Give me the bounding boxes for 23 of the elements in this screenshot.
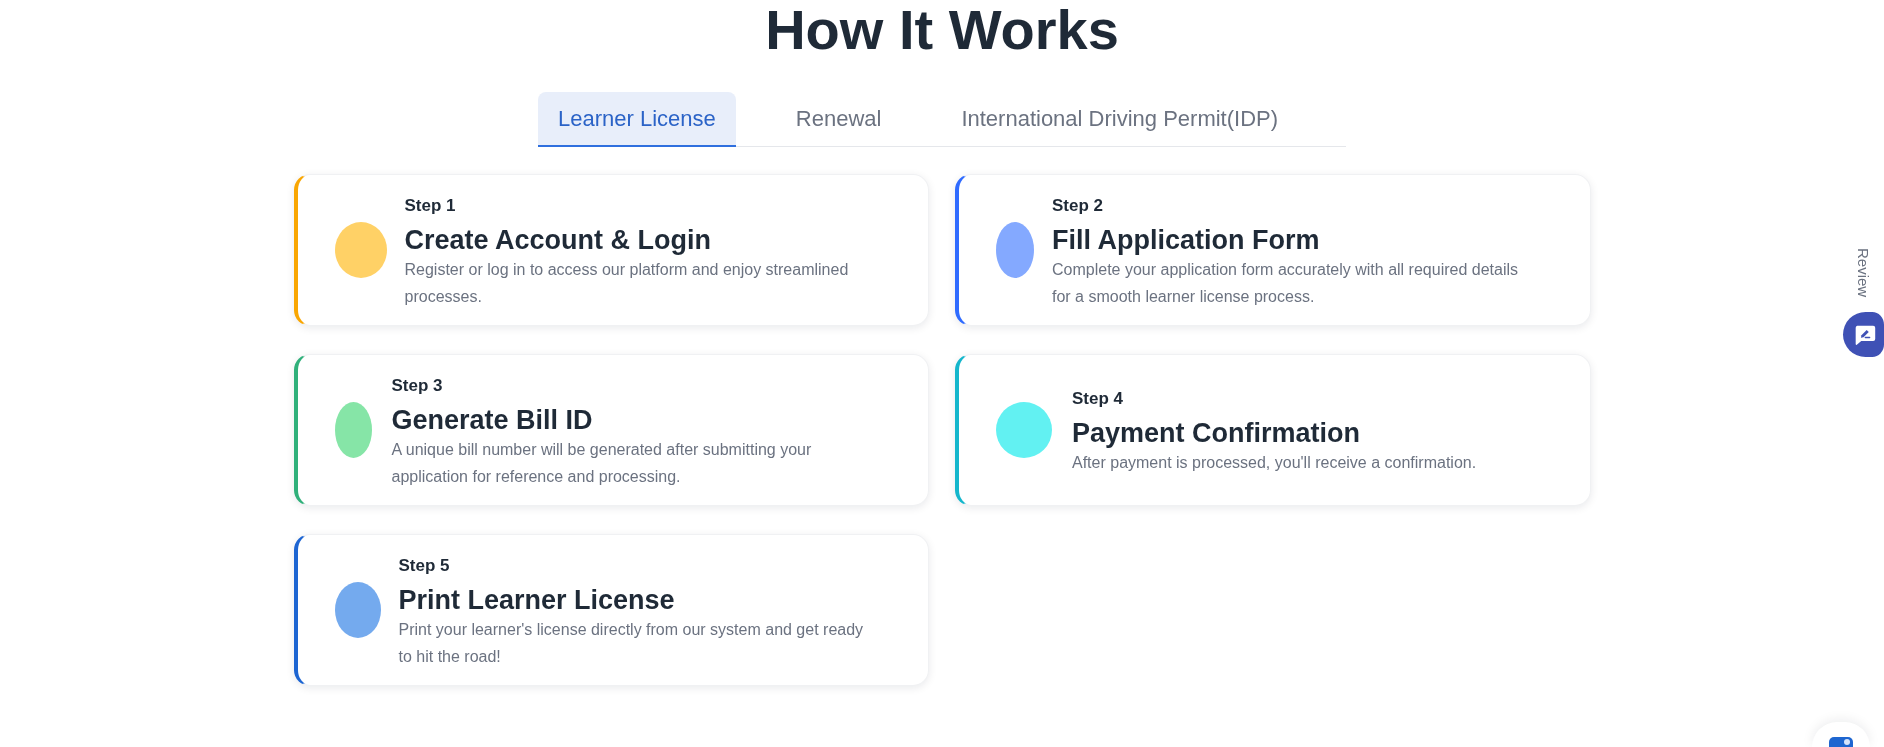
step-description: Register or log in to access our platform and enjoy streamlined processes. bbox=[404, 260, 850, 307]
review-button[interactable] bbox=[1843, 312, 1884, 358]
step-number: Step 1 bbox=[404, 196, 456, 216]
step-title: Fill Application Form bbox=[1052, 224, 1320, 257]
toggle-switch[interactable] bbox=[1829, 737, 1853, 747]
step-description: Complete your application form accurately with all required details for a smooth learner license process. bbox=[1052, 260, 1519, 307]
step-title: Payment Confirmation bbox=[1072, 417, 1361, 451]
review-label: Review bbox=[1855, 248, 1872, 298]
step-number: Step 4 bbox=[1072, 389, 1124, 410]
step-title: Generate Bill ID bbox=[391, 404, 593, 437]
step-description: Print your learner's license directly from our system and get ready to hit the road! bbox=[398, 620, 865, 667]
step-title: Create Account & Login bbox=[404, 224, 712, 257]
step-title: Print Learner License bbox=[398, 584, 675, 617]
step-number: Step 2 bbox=[1052, 196, 1104, 216]
step-description: After payment is processed, you'll receive a confirmation. bbox=[1072, 453, 1477, 474]
tab[interactable]: Renewal bbox=[775, 92, 902, 147]
edit-message-icon bbox=[1855, 324, 1876, 345]
tab[interactable]: Learner License bbox=[538, 92, 736, 147]
step-number: Step 5 bbox=[398, 556, 450, 576]
tab[interactable]: International Driving Permit(IDP) bbox=[941, 92, 1299, 147]
section-title: How It Works bbox=[765, 0, 1119, 58]
step-number: Step 3 bbox=[391, 376, 443, 396]
step-description: A unique bill number will be generated after submitting your application for reference and processing. bbox=[391, 440, 813, 487]
